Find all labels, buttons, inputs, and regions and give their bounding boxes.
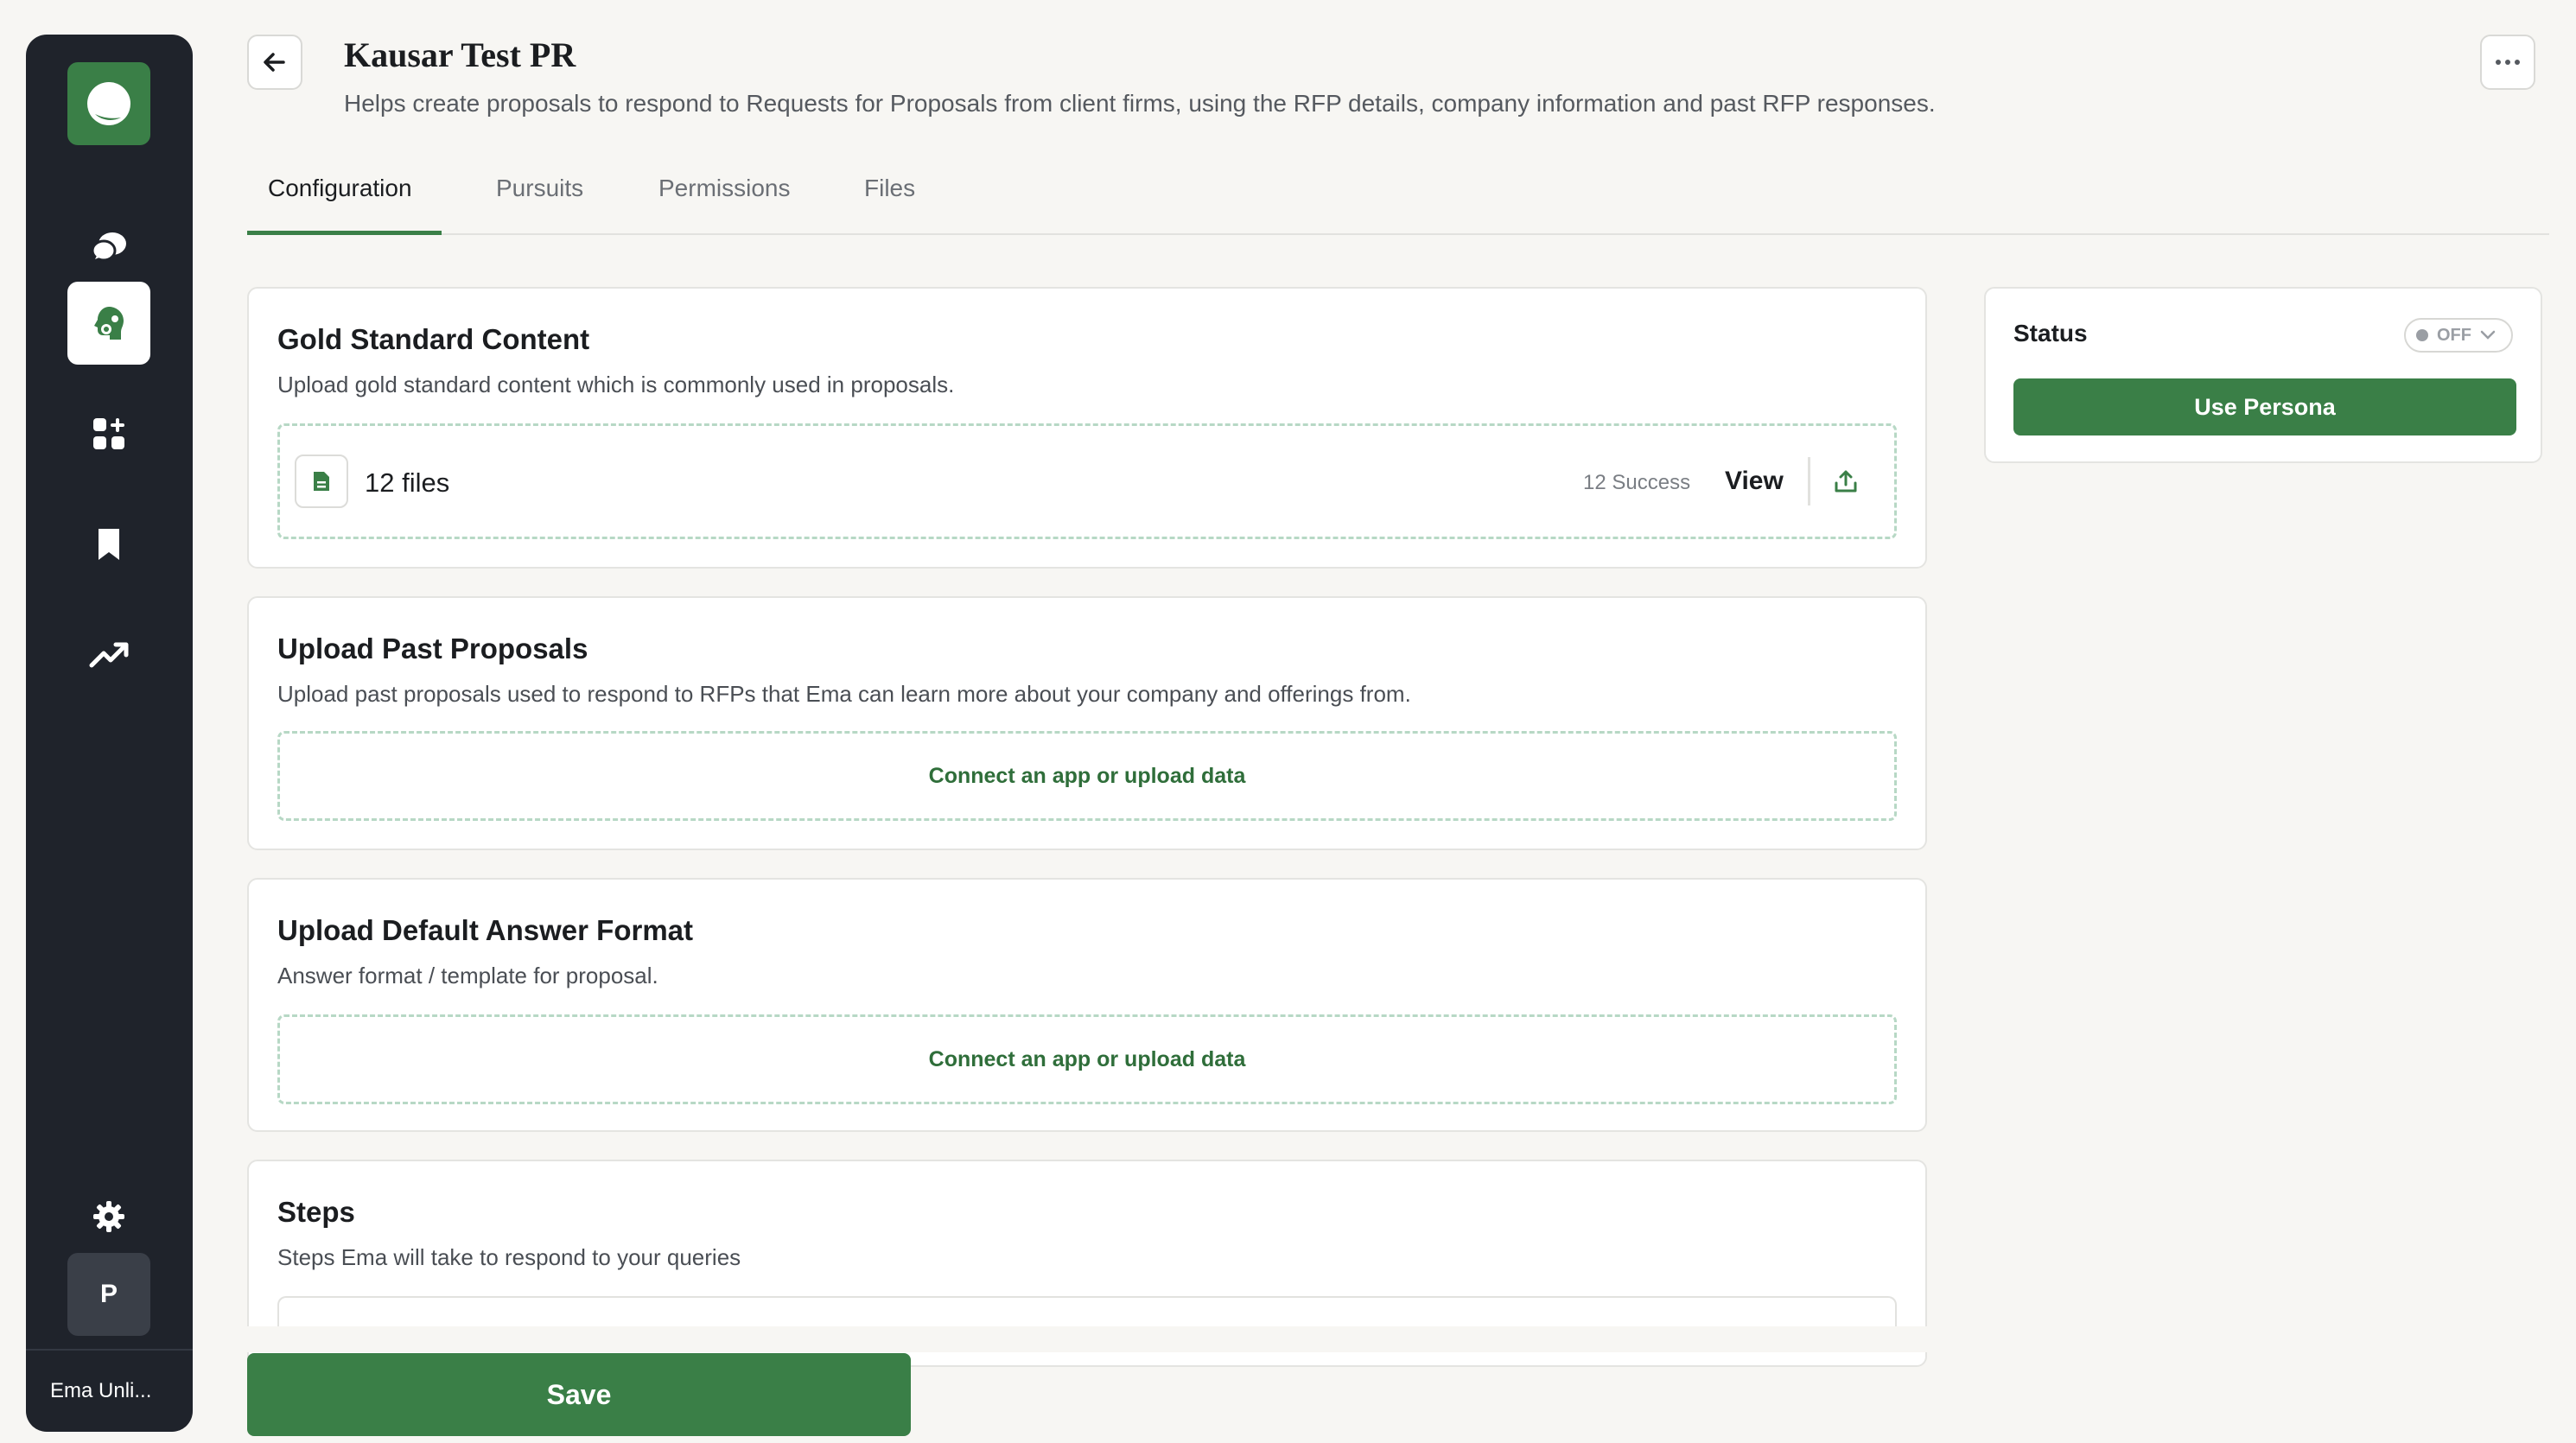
- connect-app-link[interactable]: Connect an app or upload data: [280, 764, 1894, 789]
- file-count: 12 files: [365, 467, 450, 498]
- divider: [1808, 457, 1810, 505]
- section-description: Upload past proposals used to respond to…: [277, 681, 1411, 707]
- past-proposals-card: Upload Past Proposals Upload past propos…: [247, 596, 1927, 850]
- tab-bar: Configuration Pursuits Permissions Files: [247, 152, 2549, 235]
- tab-pursuits[interactable]: Pursuits: [496, 175, 583, 202]
- back-button[interactable]: [247, 35, 302, 90]
- upload-dropzone[interactable]: Connect an app or upload data: [277, 1014, 1897, 1104]
- apps-grid-icon[interactable]: [67, 392, 150, 475]
- upload-dropzone[interactable]: Connect an app or upload data: [277, 731, 1897, 821]
- page-title: Kausar Test PR: [344, 35, 576, 74]
- gear-icon[interactable]: [67, 1175, 150, 1258]
- chat-bubbles-icon[interactable]: [67, 206, 150, 289]
- section-description: Answer format / template for proposal.: [277, 963, 658, 988]
- section-description: Steps Ema will take to respond to your q…: [277, 1244, 741, 1270]
- status-card: Status OFF Use Persona: [1984, 287, 2542, 463]
- chevron-down-icon: [2480, 330, 2496, 340]
- workspace-name: Ema Unli...: [50, 1379, 152, 1402]
- gold-standard-card: Gold Standard Content Upload gold standa…: [247, 287, 1927, 569]
- connect-app-link[interactable]: Connect an app or upload data: [280, 1047, 1894, 1072]
- trending-up-icon[interactable]: [67, 613, 150, 696]
- status-toggle-text: OFF: [2437, 325, 2471, 345]
- section-title: Gold Standard Content: [277, 323, 590, 355]
- more-options-button[interactable]: [2480, 35, 2535, 90]
- section-title: Upload Past Proposals: [277, 633, 588, 664]
- use-persona-button[interactable]: Use Persona: [2013, 378, 2516, 435]
- arrow-left-icon: [264, 53, 285, 72]
- tab-configuration[interactable]: Configuration: [268, 175, 412, 202]
- success-count: 12 Success: [1583, 471, 1691, 494]
- answer-format-card: Upload Default Answer Format Answer form…: [247, 878, 1927, 1132]
- workspace-switcher[interactable]: Ema Unli...: [26, 1349, 193, 1432]
- scroll-mask: [225, 1326, 1953, 1352]
- upload-icon[interactable]: [1829, 464, 1863, 499]
- bookmark-icon[interactable]: [67, 503, 150, 586]
- active-tab-indicator: [247, 231, 442, 235]
- view-files-link[interactable]: View: [1725, 467, 1784, 496]
- section-description: Upload gold standard content which is co…: [277, 372, 955, 397]
- status-dot: [2416, 329, 2428, 341]
- status-toggle[interactable]: OFF: [2404, 318, 2513, 353]
- sidebar: P Ema Unli...: [26, 35, 193, 1432]
- ai-brain-icon[interactable]: [67, 282, 150, 365]
- tab-files[interactable]: Files: [864, 175, 915, 202]
- status-label: Status: [2013, 320, 2088, 346]
- section-title: Upload Default Answer Format: [277, 914, 693, 946]
- page-description: Helps create proposals to respond to Req…: [344, 90, 1936, 117]
- document-icon: [295, 455, 348, 508]
- save-button[interactable]: Save: [247, 1353, 911, 1436]
- tab-permissions[interactable]: Permissions: [658, 175, 790, 202]
- ellipsis-icon: [2496, 60, 2520, 65]
- ema-logo-icon[interactable]: [67, 62, 150, 145]
- section-title: Steps: [277, 1196, 355, 1228]
- avatar[interactable]: P: [67, 1253, 150, 1336]
- file-upload-area: 12 files 12 Success View: [277, 423, 1897, 539]
